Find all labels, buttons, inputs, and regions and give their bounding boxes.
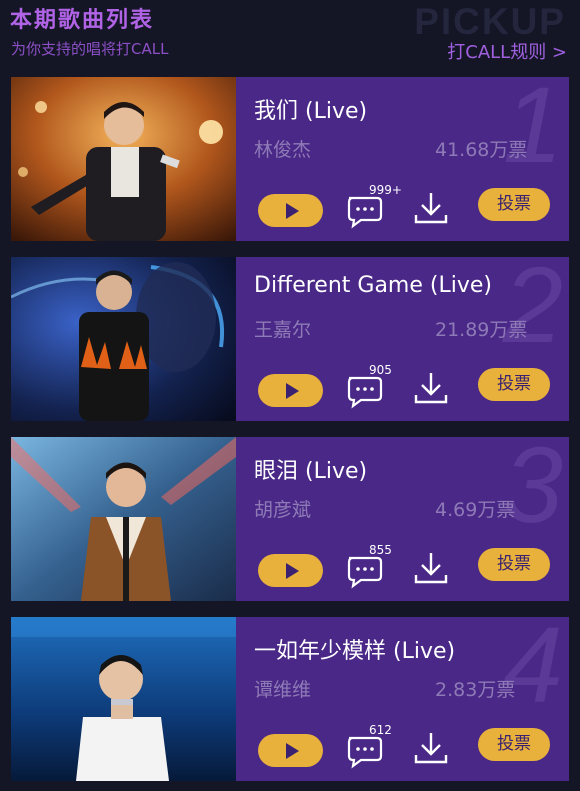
- comment-count: 855: [369, 543, 392, 557]
- singer-photo[interactable]: [11, 77, 236, 241]
- singer-photo[interactable]: [11, 437, 236, 601]
- comment-count: 905: [369, 363, 392, 377]
- rank-number: 2: [502, 257, 563, 365]
- play-icon: [285, 742, 299, 759]
- download-icon[interactable]: [413, 549, 449, 589]
- header: PICKUP 本期歌曲列表 为你支持的唱将打CALL 打CALL规则 >: [0, 0, 580, 70]
- comment-count: 999+: [369, 183, 402, 197]
- song-title: 眼泪 (Live): [254, 459, 368, 484]
- vote-button[interactable]: 投票: [478, 188, 550, 221]
- play-button[interactable]: [258, 554, 323, 587]
- page-title: 本期歌曲列表: [10, 8, 155, 33]
- vote-count: 41.68万票: [435, 139, 528, 161]
- comment-icon[interactable]: [345, 194, 385, 230]
- comment-icon[interactable]: [345, 734, 385, 770]
- comment-count: 612: [369, 723, 392, 737]
- song-card: 4 一如年少模样 (Live) 谭维维 2.83万票 612 投票: [11, 617, 569, 781]
- download-icon[interactable]: [413, 729, 449, 769]
- play-button[interactable]: [258, 374, 323, 407]
- singer-name: 胡彦斌: [254, 499, 312, 521]
- play-icon: [285, 382, 299, 399]
- vote-button[interactable]: 投票: [478, 728, 550, 761]
- play-button[interactable]: [258, 734, 323, 767]
- vote-button[interactable]: 投票: [478, 548, 550, 581]
- download-icon[interactable]: [413, 189, 449, 229]
- rank-number: 4: [502, 617, 563, 725]
- vote-button[interactable]: 投票: [478, 368, 550, 401]
- page-subtitle: 为你支持的唱将打CALL: [11, 40, 169, 58]
- singer-photo[interactable]: [11, 257, 236, 421]
- song-card: 2 Different Game (Live) 王嘉尔 21.89万票 905 …: [11, 257, 569, 421]
- song-card: 1 我们 (Live) 林俊杰 41.68万票 999+ 投票: [11, 77, 569, 241]
- comment-icon[interactable]: [345, 374, 385, 410]
- comment-icon[interactable]: [345, 554, 385, 590]
- song-title: 我们 (Live): [254, 99, 368, 124]
- play-icon: [285, 562, 299, 579]
- vote-count: 21.89万票: [435, 319, 528, 341]
- rank-number: 3: [502, 437, 563, 545]
- play-icon: [285, 202, 299, 219]
- singer-name: 谭维维: [254, 679, 312, 701]
- call-rules-link[interactable]: 打CALL规则 >: [447, 38, 567, 64]
- song-card: 3 眼泪 (Live) 胡彦斌 4.69万票 855 投票: [11, 437, 569, 601]
- vote-count: 2.83万票: [435, 679, 516, 701]
- rank-number: 1: [502, 77, 563, 185]
- singer-name: 林俊杰: [254, 139, 312, 161]
- singer-name: 王嘉尔: [254, 319, 312, 341]
- vote-count: 4.69万票: [435, 499, 516, 521]
- song-title: Different Game (Live): [254, 273, 492, 298]
- song-title: 一如年少模样 (Live): [254, 639, 456, 664]
- download-icon[interactable]: [413, 369, 449, 409]
- pickup-watermark: PICKUP: [414, 1, 566, 42]
- play-button[interactable]: [258, 194, 323, 227]
- singer-photo[interactable]: [11, 617, 236, 781]
